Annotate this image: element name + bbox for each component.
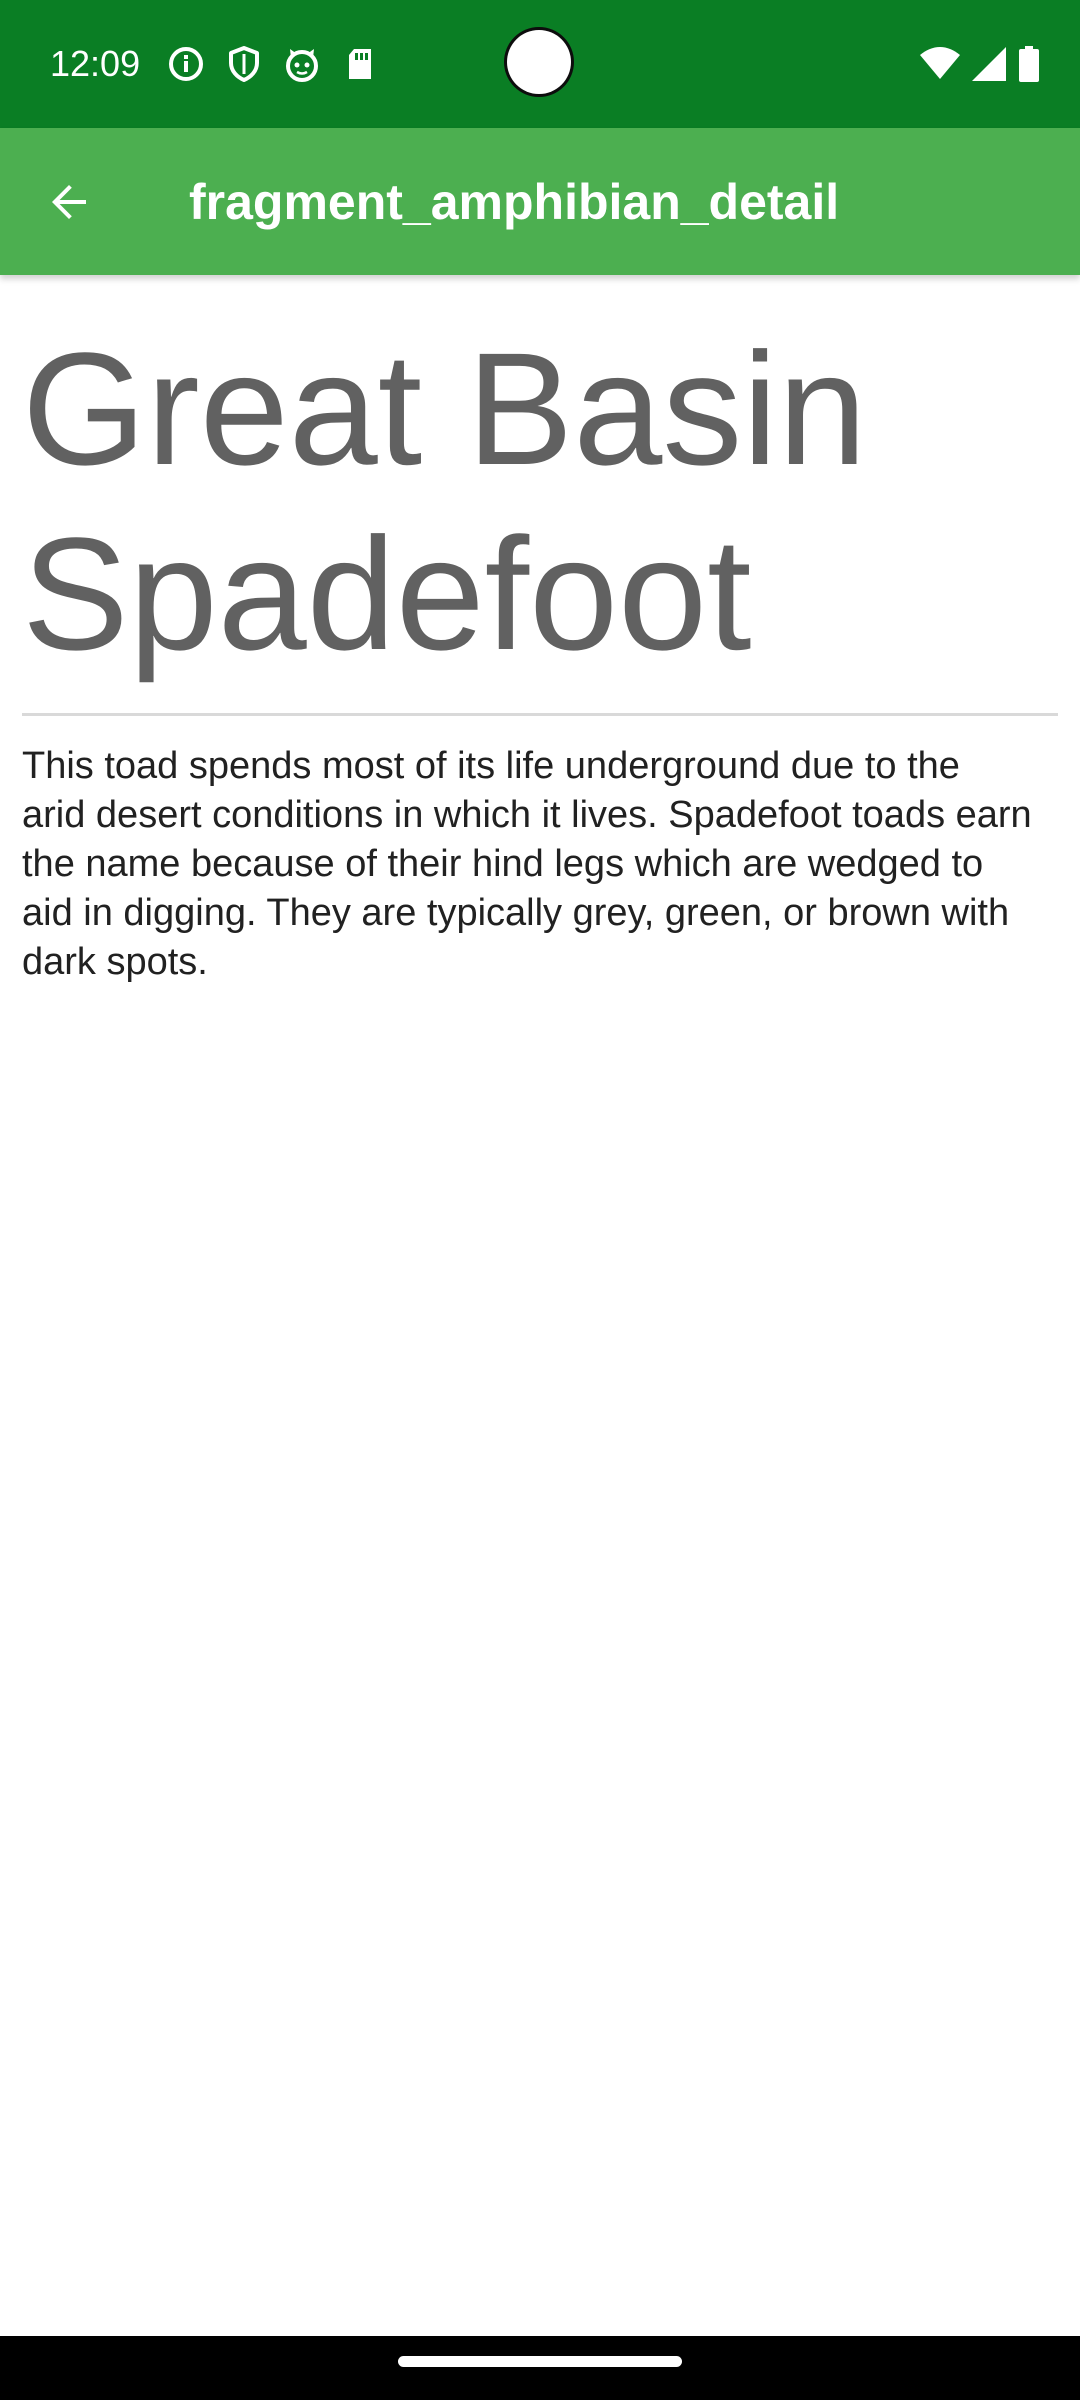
status-notification-icons [166,44,380,84]
amphibian-name: Great Basin Spadefoot [22,319,867,683]
navigation-bar [0,2336,1080,2400]
back-button[interactable] [30,162,110,242]
app-bar-title: fragment_amphibian_detail [189,174,840,230]
camera-cutout [507,30,571,94]
amphibian-description: This toad spends most of its life underg… [22,745,1032,983]
app-bar: fragment_amphibian_detail [0,128,1080,275]
info-icon [166,44,206,84]
cell-signal-icon [972,47,1006,81]
status-bar: 12:09 [0,0,1080,128]
cat-icon [282,44,322,84]
home-gesture-bar[interactable] [398,2356,682,2367]
detail-content: Great Basin Spadefoot This toad spends m… [22,316,1058,987]
battery-icon [1018,46,1040,82]
shield-icon [224,44,264,84]
sd-card-icon [340,44,380,84]
status-time: 12:09 [50,43,141,84]
screen: 12:09 fragment_amphibian_detail Great Ba… [0,0,1080,2400]
status-system-icons [920,44,1040,84]
wifi-icon [920,47,960,81]
arrow-back-icon [52,185,86,219]
divider [22,713,1058,716]
